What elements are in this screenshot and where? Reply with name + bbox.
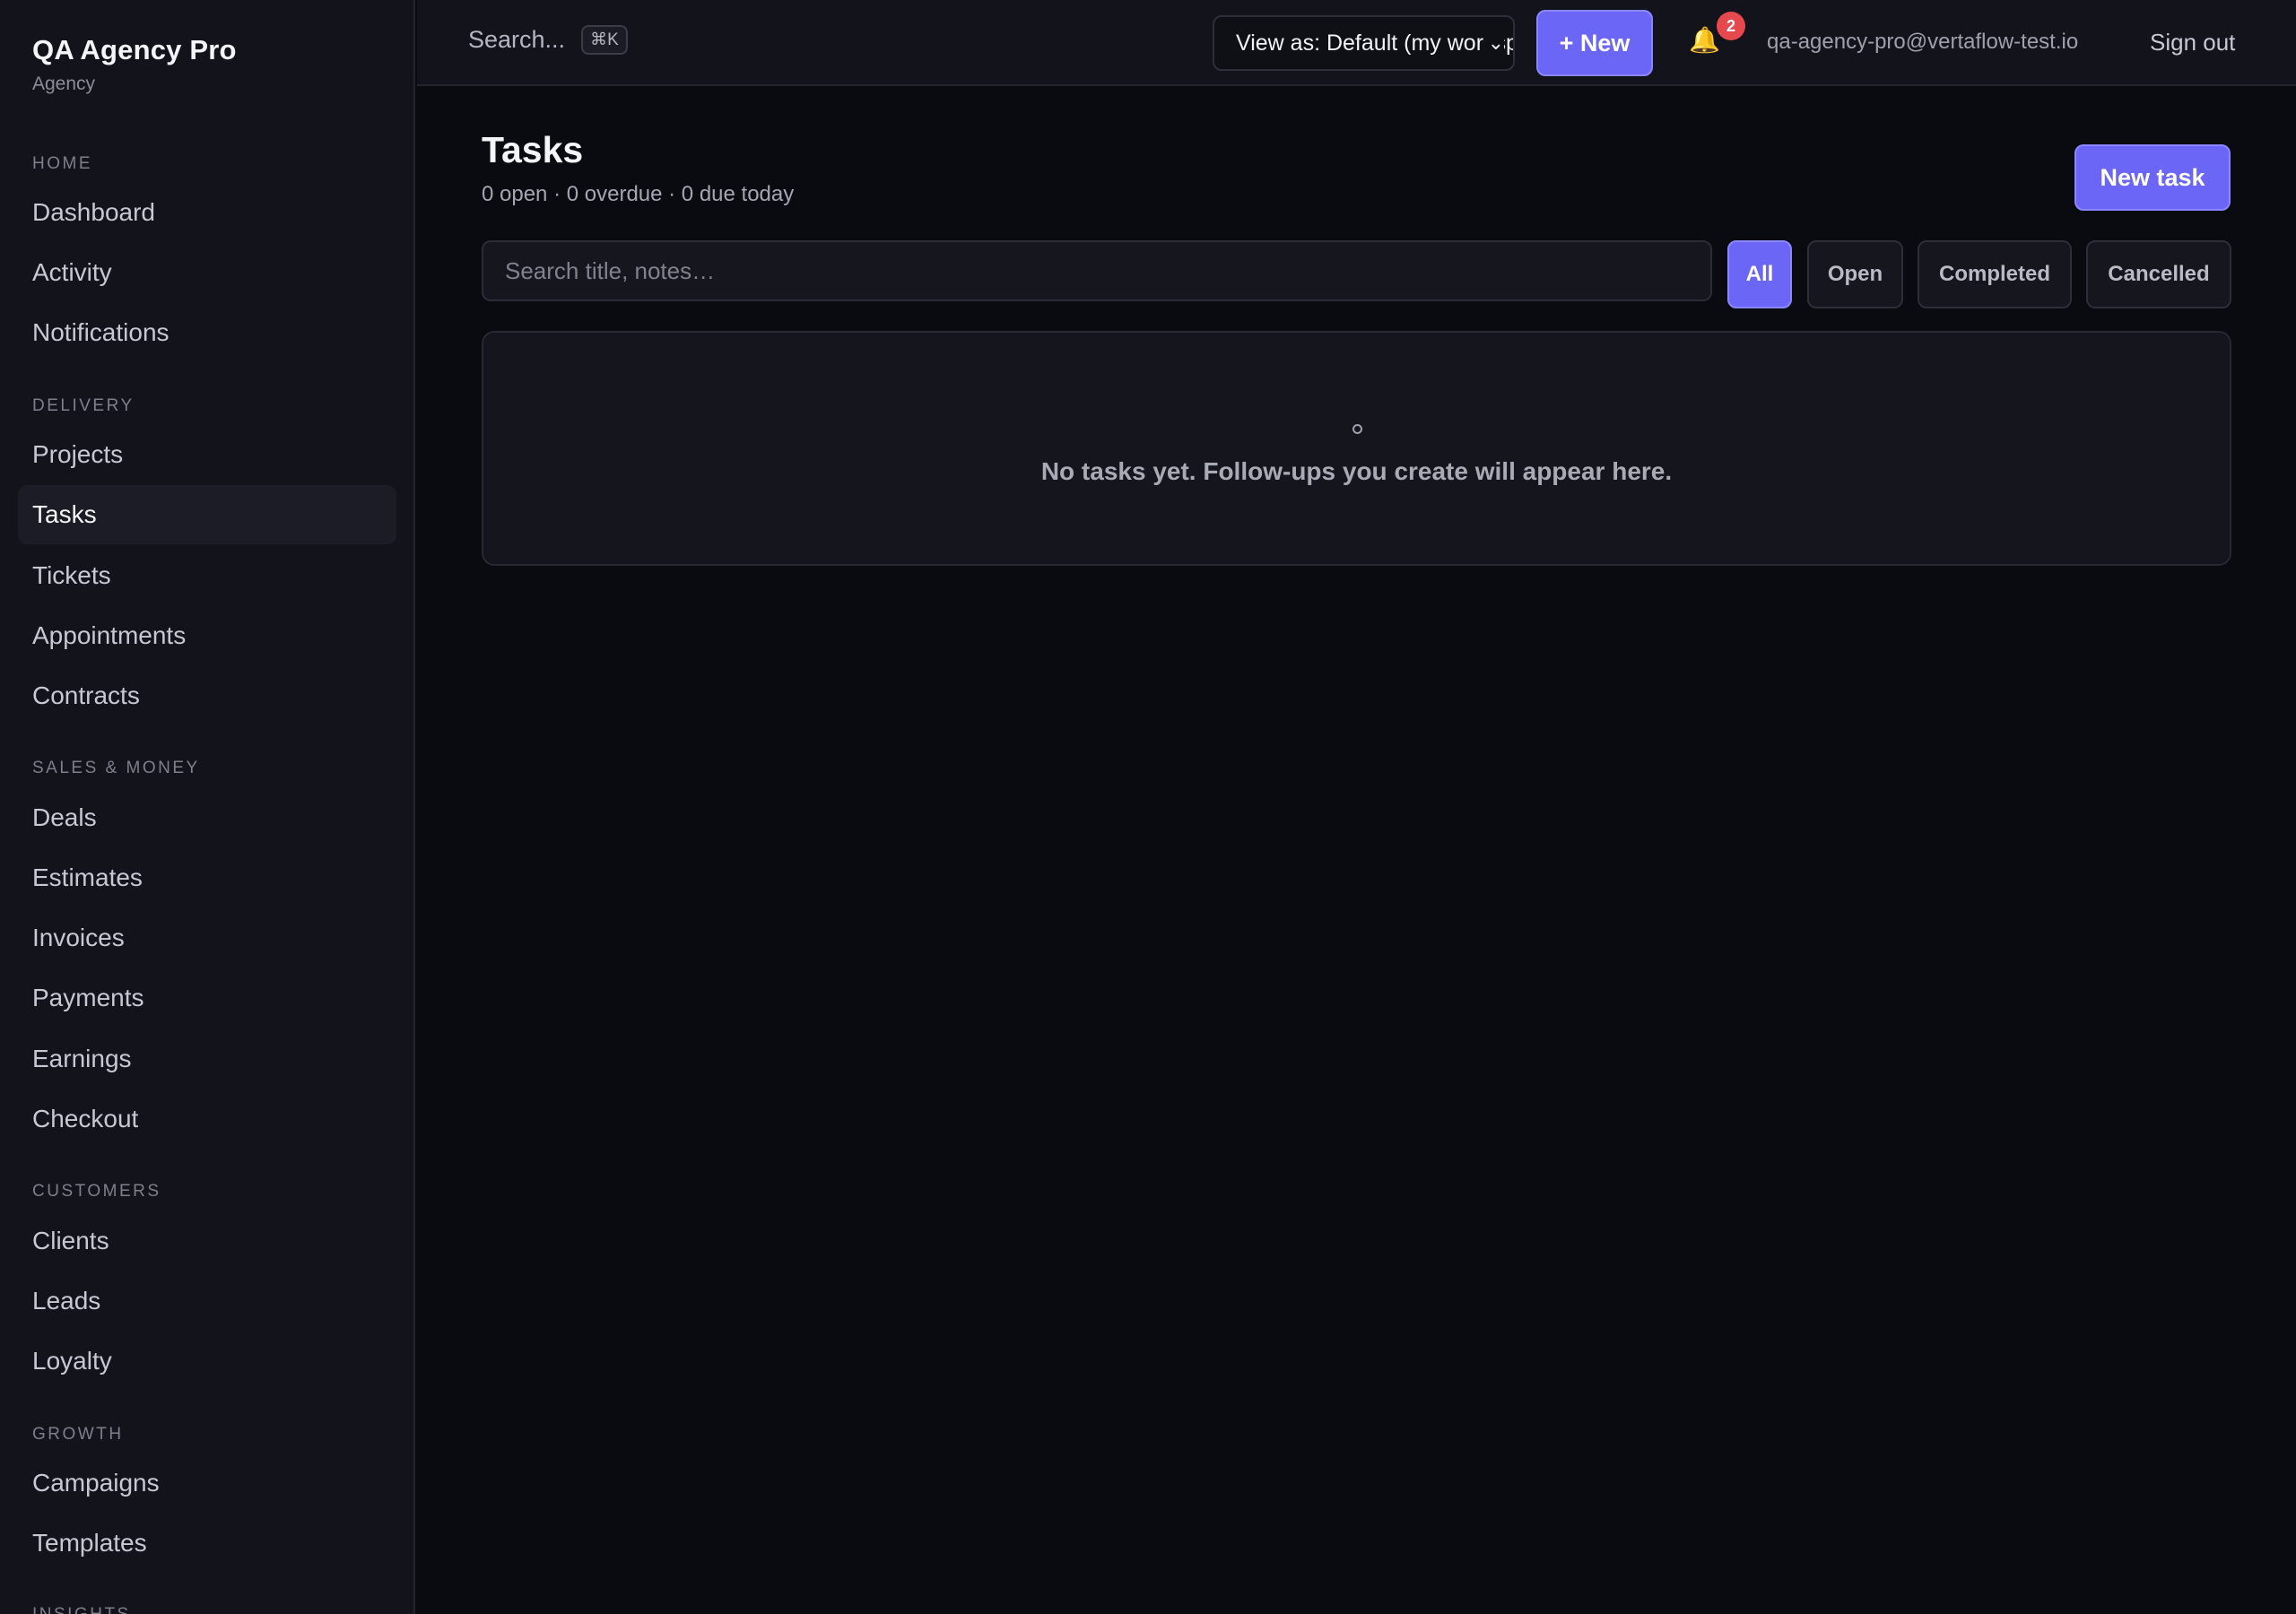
sidebar-item-checkout[interactable]: Checkout [18, 1089, 396, 1149]
sidebar-item-dashboard[interactable]: Dashboard [18, 183, 396, 242]
brand: QA Agency Pro Agency [32, 34, 237, 95]
user-email: qa-agency-pro@vertaflow-test.io [1767, 30, 2079, 54]
nav-section-growth: GROWTH [32, 1425, 124, 1444]
task-search-input[interactable] [482, 240, 1712, 301]
sidebar-item-leads[interactable]: Leads [18, 1271, 396, 1331]
sidebar: QA Agency Pro Agency HOME Dashboard Acti… [0, 0, 415, 1614]
empty-state-message: No tasks yet. Follow-ups you create will… [1040, 457, 1673, 485]
nav-section-delivery: DELIVERY [32, 396, 135, 415]
brand-name: QA Agency Pro [32, 34, 237, 65]
sidebar-item-earnings[interactable]: Earnings [18, 1029, 396, 1089]
bell-icon[interactable]: 🔔 [1689, 25, 1720, 55]
sidebar-item-deals[interactable]: Deals [18, 788, 396, 847]
app-root: QA Agency Pro Agency HOME Dashboard Acti… [0, 0, 2296, 1614]
sidebar-item-templates[interactable]: Templates [18, 1514, 396, 1573]
sidebar-item-invoices[interactable]: Invoices [18, 908, 396, 968]
global-search-label: Search... [468, 26, 566, 53]
sidebar-item-payments[interactable]: Payments [18, 968, 396, 1028]
search-shortcut-hint: ⌘K [581, 25, 628, 55]
sidebar-item-projects[interactable]: Projects [18, 425, 396, 484]
filter-open[interactable]: Open [1807, 240, 1903, 308]
sidebar-item-estimates[interactable]: Estimates [18, 848, 396, 907]
view-as-value: View as: Default (my workspace) [1236, 30, 1513, 56]
sidebar-item-campaigns[interactable]: Campaigns [18, 1453, 396, 1513]
nav-section-sales-money: SALES & MONEY [32, 759, 200, 777]
sign-out-button[interactable]: Sign out [2150, 29, 2235, 56]
sidebar-item-activity[interactable]: Activity [18, 243, 396, 302]
brand-subtitle: Agency [32, 74, 96, 94]
global-search-button[interactable]: Search... ⌘K [468, 25, 628, 55]
tasks-empty-state: No tasks yet. Follow-ups you create will… [482, 331, 2231, 566]
notification-badge: 2 [1717, 12, 1745, 40]
task-stats: 0 open · 0 overdue · 0 due today [482, 182, 795, 206]
new-task-button[interactable]: New task [2074, 144, 2231, 211]
new-button[interactable]: + New [1536, 10, 1653, 76]
chevron-down-icon: ⌄ [1483, 31, 1504, 55]
sidebar-item-appointments[interactable]: Appointments [18, 606, 396, 665]
nav-section-customers: CUSTOMERS [32, 1182, 161, 1201]
filter-cancelled[interactable]: Cancelled [2086, 240, 2231, 308]
page-title: Tasks [482, 129, 584, 170]
sidebar-item-notifications[interactable]: Notifications [18, 303, 396, 362]
sidebar-item-tickets[interactable]: Tickets [18, 546, 396, 605]
main-content: Tasks 0 open · 0 overdue · 0 due today N… [417, 86, 2296, 1614]
sidebar-item-loyalty[interactable]: Loyalty [18, 1332, 396, 1391]
filter-completed[interactable]: Completed [1918, 240, 2072, 308]
nav-section-insights: INSIGHTS [32, 1605, 131, 1614]
empty-state-icon [1352, 424, 1362, 434]
topbar: Search... ⌘K View as: Default (my worksp… [417, 0, 2296, 86]
view-as-select[interactable]: View as: Default (my workspace) ⌄ [1213, 15, 1515, 71]
sidebar-item-tasks[interactable]: Tasks [18, 485, 396, 544]
nav-section-home: HOME [32, 154, 92, 173]
sidebar-item-contracts[interactable]: Contracts [18, 666, 396, 725]
sidebar-item-clients[interactable]: Clients [18, 1211, 396, 1271]
filter-all[interactable]: All [1727, 240, 1792, 308]
